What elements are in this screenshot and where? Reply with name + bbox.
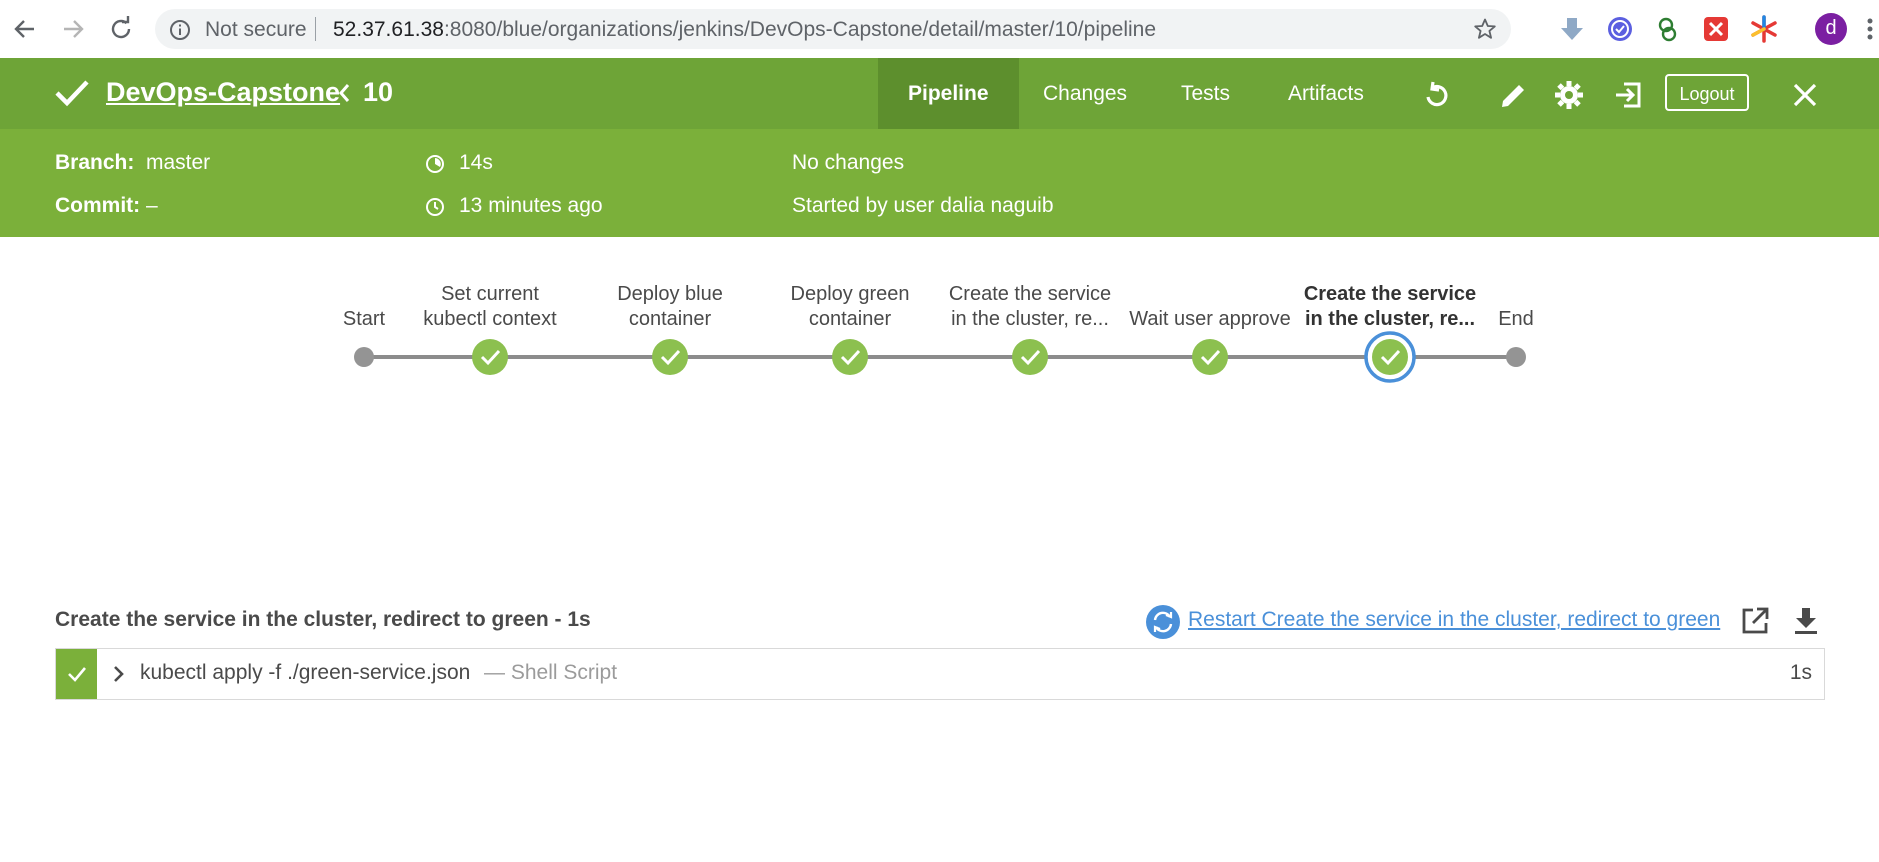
rerun-icon[interactable] xyxy=(1420,79,1452,111)
settings-gear-icon[interactable] xyxy=(1553,79,1585,111)
download-log-icon[interactable] xyxy=(1792,606,1820,636)
stage-label-line: in the cluster, re... xyxy=(951,308,1109,330)
address-bar[interactable]: Not secure 52.37.61.38:8080/blue/organiz… xyxy=(155,9,1511,49)
start-node xyxy=(354,347,374,367)
logout-button[interactable]: Logout xyxy=(1665,74,1749,111)
pipeline-name-link[interactable]: DevOps-Capstone xyxy=(106,77,340,108)
time-ago-value: 13 minutes ago xyxy=(459,194,603,217)
stage-label-line: Create the service xyxy=(948,283,1112,305)
url-path: :8080/blue/organizations/jenkins/DevOps-… xyxy=(443,18,1157,41)
stage-label-line: Deploy green xyxy=(790,283,910,305)
chevron-left-icon xyxy=(339,84,350,102)
bookmark-star-icon[interactable] xyxy=(1473,17,1497,41)
extension-star-icon[interactable] xyxy=(1749,14,1779,44)
browser-toolbar: Not secure 52.37.61.38:8080/blue/organiz… xyxy=(0,0,1879,59)
stage-node-create-service-2-selected[interactable] xyxy=(1364,331,1416,383)
run-number: 10 xyxy=(363,77,394,107)
close-icon[interactable] xyxy=(1791,81,1819,109)
restart-stage-link[interactable]: Restart Create the service in the cluste… xyxy=(1188,608,1720,632)
graph-connector xyxy=(670,355,850,359)
branch-value: master xyxy=(146,151,211,174)
stage-label-line: container xyxy=(628,308,712,330)
chevron-right-icon[interactable] xyxy=(112,665,124,683)
extension-leaf-icon[interactable] xyxy=(1653,14,1683,44)
extension-red-icon[interactable] xyxy=(1701,14,1731,44)
stage-label-create-service-1: Create the service in the cluster, re... xyxy=(940,282,1120,332)
tab-changes[interactable]: Changes xyxy=(1013,58,1157,129)
stage-label-line xyxy=(1426,282,1606,307)
reload-icon[interactable] xyxy=(106,14,136,44)
graph-connector xyxy=(1030,355,1210,359)
stage-node-deploy-blue[interactable] xyxy=(651,338,689,376)
stage-label-line: kubectl context xyxy=(423,308,557,330)
graph-connector xyxy=(1210,355,1390,359)
pipeline-graph: Start Set current kubectl context Deploy… xyxy=(0,237,1879,567)
stage-label-line xyxy=(1120,282,1300,307)
stage-node-wait-approve[interactable] xyxy=(1191,338,1229,376)
download-extension-icon[interactable] xyxy=(1557,14,1587,44)
exit-classic-icon[interactable] xyxy=(1612,79,1644,111)
run-meta-bar: Branch: master Commit: – 14s 13 minutes … xyxy=(0,129,1879,237)
open-external-icon[interactable] xyxy=(1740,606,1770,636)
stage-node-deploy-green[interactable] xyxy=(831,338,869,376)
divider xyxy=(315,17,316,41)
restart-stage-icon[interactable] xyxy=(1145,604,1181,640)
graph-connector xyxy=(490,355,670,359)
stage-label-wait-approve: Wait user approve xyxy=(1120,282,1300,332)
stage-label-line: End xyxy=(1498,308,1534,330)
stage-node-set-context[interactable] xyxy=(471,338,509,376)
edit-pencil-icon[interactable] xyxy=(1497,79,1529,111)
stage-label-line: Wait user approve xyxy=(1129,308,1291,330)
duration-icon xyxy=(426,155,444,173)
stage-label-end: End xyxy=(1426,282,1606,332)
success-check-icon xyxy=(55,80,89,107)
extension-check-icon[interactable] xyxy=(1605,14,1635,44)
selected-stage-title: Create the service in the cluster, redir… xyxy=(55,608,591,631)
commit-label: Commit: xyxy=(55,194,141,217)
tab-artifacts[interactable]: Artifacts xyxy=(1258,58,1394,129)
started-by-text: Started by user dalia naguib xyxy=(792,194,1054,217)
duration-value: 14s xyxy=(459,151,493,174)
step-duration: 1s xyxy=(1789,661,1812,684)
stage-label-deploy-green: Deploy green container xyxy=(760,282,940,332)
stage-label-set-context: Set current kubectl context xyxy=(400,282,580,332)
step-type: — Shell Script xyxy=(484,661,618,684)
branch-label: Branch: xyxy=(55,151,135,174)
stage-node-create-service-1[interactable] xyxy=(1011,338,1049,376)
url-host: 52.37.61.38 xyxy=(333,18,444,41)
tab-tests[interactable]: Tests xyxy=(1151,58,1260,129)
clock-icon xyxy=(426,198,444,216)
step-row[interactable]: kubectl apply -f ./green-service.json — … xyxy=(55,648,1825,700)
run-header: DevOps-Capstone 10 Pipeline Changes Test… xyxy=(0,58,1879,129)
changes-text: No changes xyxy=(792,151,905,174)
tab-pipeline[interactable]: Pipeline xyxy=(878,58,1019,129)
browser-menu-icon[interactable] xyxy=(1866,14,1874,44)
profile-avatar[interactable]: d xyxy=(1815,13,1847,45)
graph-connector xyxy=(850,355,1030,359)
stage-label-line: Deploy blue xyxy=(617,283,723,305)
check-icon xyxy=(68,667,86,682)
stage-label-line: Set current xyxy=(441,283,539,305)
stage-label-line: container xyxy=(808,308,892,330)
forward-icon[interactable] xyxy=(58,14,88,44)
step-command: kubectl apply -f ./green-service.json xyxy=(140,661,471,684)
security-label: Not secure xyxy=(205,18,307,41)
stage-label-deploy-blue: Deploy blue container xyxy=(580,282,760,332)
commit-value: – xyxy=(146,194,158,217)
info-icon[interactable] xyxy=(169,19,191,41)
back-icon[interactable] xyxy=(10,14,40,44)
url-text[interactable]: 52.37.61.38:8080/blue/organizations/jenk… xyxy=(333,18,1156,42)
step-status-success xyxy=(56,649,97,699)
end-node xyxy=(1506,347,1526,367)
